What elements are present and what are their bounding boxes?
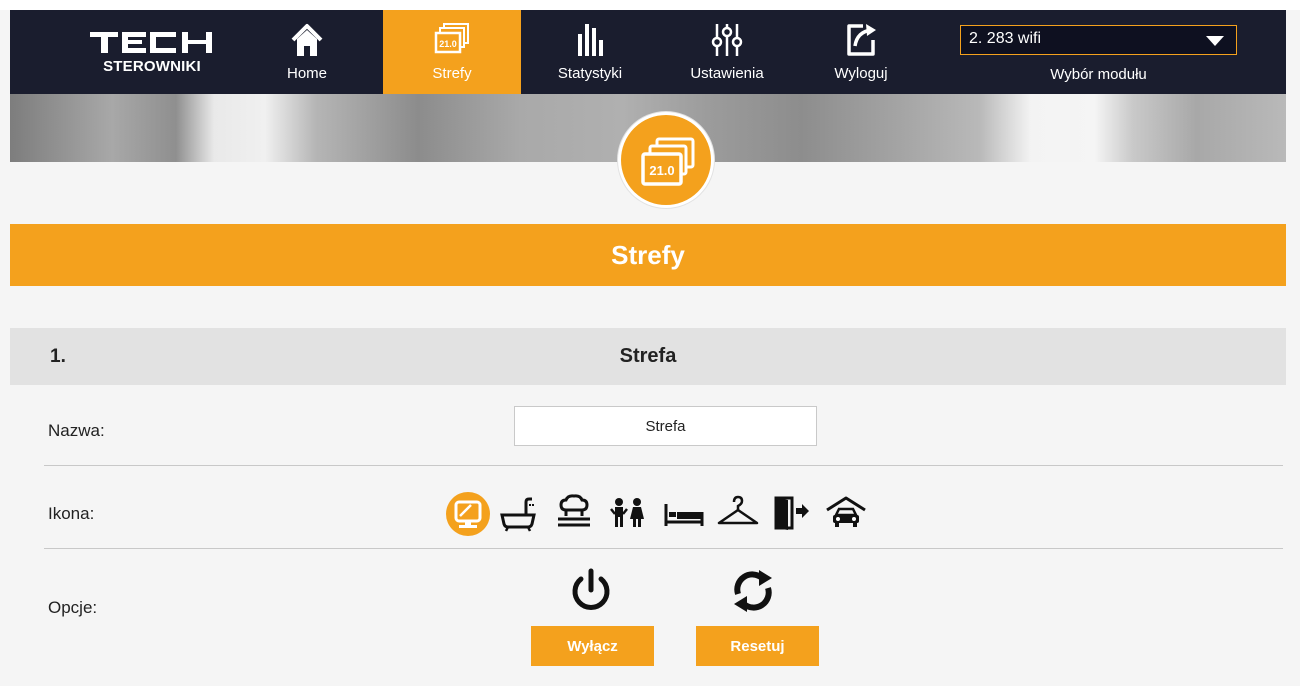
top-strip [0, 0, 1300, 10]
icon-option-bed[interactable] [660, 490, 708, 538]
options-field-label: Opcje: [48, 598, 98, 617]
kids-icon [610, 498, 644, 527]
monitor-icon [446, 492, 490, 536]
icon-field-label: Ikona: [48, 504, 95, 523]
zones-icon: 21.0 [434, 23, 469, 54]
nav-settings[interactable]: Ustawienia [672, 10, 782, 94]
icon-option-hanger[interactable] [714, 490, 762, 538]
sliders-icon [711, 24, 743, 56]
module-select-label: Wybór modułu [1050, 66, 1147, 83]
nav-home-label: Home [286, 65, 327, 82]
door-exit-icon [774, 496, 809, 530]
nav-home[interactable]: Home [268, 10, 346, 94]
statistics-icon [578, 24, 603, 56]
icon-option-monitor[interactable] [444, 490, 492, 538]
icon-option-kids[interactable] [606, 490, 654, 538]
zone-title: Strefa [619, 345, 677, 367]
zone-header: 1. Strefa [10, 328, 1286, 385]
nav-zones[interactable]: 21.0 Strefy [383, 10, 521, 94]
module-select[interactable]: 2. 283 wifi [960, 25, 1237, 55]
page-title: Strefy [10, 224, 1286, 286]
svg-text:21.0: 21.0 [439, 39, 457, 49]
logout-icon [847, 24, 876, 56]
nav-statistics-label: Statystyki [557, 65, 623, 82]
name-field-label: Nazwa: [48, 421, 105, 440]
hanger-icon [717, 495, 759, 525]
home-icon [291, 24, 323, 56]
reset-button[interactable]: Resetuj [696, 626, 819, 666]
nav-logout[interactable]: Wyloguj [818, 10, 904, 94]
off-button[interactable]: Wyłącz [531, 626, 654, 666]
power-icon[interactable] [566, 566, 616, 616]
tech-logo-mark [90, 32, 212, 53]
zones-badge-icon: 21.0 [641, 137, 695, 186]
row-divider [44, 548, 1283, 549]
zone-name-input[interactable] [514, 406, 817, 446]
garage-car-icon [826, 496, 866, 527]
logo-subtitle: STEROWNIKI [103, 58, 201, 75]
kitchen-icon [558, 494, 590, 527]
icon-option-kitchen[interactable] [552, 490, 600, 538]
top-navbar: STEROWNIKI Home 21.0 Strefy Statystyki U… [10, 10, 1286, 94]
nav-statistics[interactable]: Statystyki [540, 10, 640, 94]
zones-badge: 21.0 [618, 112, 714, 208]
tech-logo[interactable]: STEROWNIKI [82, 28, 222, 82]
icon-option-garage[interactable] [822, 490, 870, 538]
nav-settings-label: Ustawienia [690, 65, 764, 82]
nav-zones-label: Strefy [432, 65, 472, 82]
reset-icon[interactable] [728, 566, 778, 616]
bathtub-icon [500, 497, 536, 532]
row-divider [44, 465, 1283, 466]
chevron-down-icon [1206, 36, 1224, 46]
icon-option-door[interactable] [768, 490, 816, 538]
bed-icon [664, 504, 704, 526]
nav-logout-label: Wyloguj [834, 65, 888, 82]
icon-option-bathtub[interactable] [498, 490, 546, 538]
svg-text:21.0: 21.0 [649, 163, 674, 178]
module-select-value: 2. 283 wifi [969, 30, 1042, 47]
